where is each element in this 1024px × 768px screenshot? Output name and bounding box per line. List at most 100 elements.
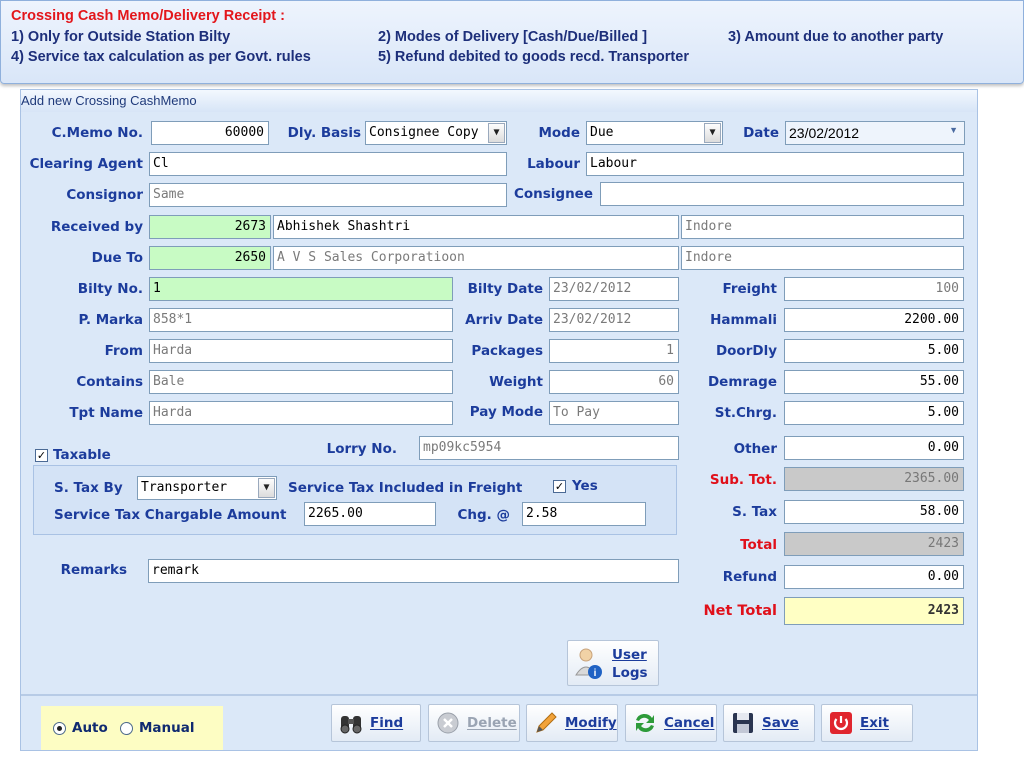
bilty-no-input[interactable]: 1 bbox=[149, 277, 453, 301]
entry-mode-panel: Auto Manual bbox=[41, 706, 223, 750]
received-by-city[interactable]: Indore bbox=[681, 215, 964, 239]
exit-label: Exit bbox=[860, 715, 890, 731]
doordly-label: DoorDly bbox=[715, 343, 777, 359]
action-bar: Auto Manual Find Delete Modify Cancel Sa… bbox=[21, 694, 977, 750]
cmemo-label: C.Memo No. bbox=[51, 125, 143, 141]
demrage-label: Demrage bbox=[707, 374, 777, 390]
due-to-name[interactable]: A V S Sales Corporatioon bbox=[273, 246, 679, 270]
find-button[interactable]: Find bbox=[331, 704, 421, 742]
p-marka-input[interactable]: 858*1 bbox=[149, 308, 453, 332]
manual-radio[interactable] bbox=[120, 722, 133, 735]
sub-tot-label: Sub. Tot. bbox=[709, 472, 777, 488]
modify-button[interactable]: Modify bbox=[526, 704, 618, 742]
exit-button[interactable]: Exit bbox=[821, 704, 913, 742]
consignor-label: Consignor bbox=[66, 187, 143, 203]
delete-label: Delete bbox=[467, 715, 517, 731]
packages-input[interactable]: 1 bbox=[549, 339, 679, 363]
taxable-checkbox[interactable]: ✓ bbox=[35, 449, 48, 462]
contains-label: Contains bbox=[76, 374, 143, 390]
chg-input[interactable]: 2.58 bbox=[522, 502, 646, 526]
auto-label: Auto bbox=[72, 720, 108, 736]
consignee-input[interactable] bbox=[600, 182, 964, 206]
user-logs-line2: Logs bbox=[612, 665, 648, 681]
lorry-no-label: Lorry No. bbox=[326, 441, 397, 457]
due-to-city[interactable]: Indore bbox=[681, 246, 964, 270]
weight-input[interactable]: 60 bbox=[549, 370, 679, 394]
date-picker[interactable]: 23/02/2012 ▼ bbox=[785, 121, 965, 145]
chevron-down-icon[interactable]: ▼ bbox=[258, 478, 275, 498]
clearing-agent-input[interactable]: Cl bbox=[149, 152, 507, 176]
cmemo-input[interactable]: 60000 bbox=[151, 121, 269, 145]
other-label: Other bbox=[733, 441, 777, 457]
doordly-input[interactable]: 5.00 bbox=[784, 339, 964, 363]
refund-input[interactable]: 0.00 bbox=[784, 565, 964, 589]
remarks-input[interactable]: remark bbox=[148, 559, 679, 583]
save-button[interactable]: Save bbox=[723, 704, 815, 742]
weight-label: Weight bbox=[489, 374, 543, 390]
taxable-label: Taxable bbox=[53, 447, 111, 463]
labour-input[interactable]: Labour bbox=[586, 152, 964, 176]
freight-input[interactable]: 100 bbox=[784, 277, 964, 301]
service-tax-group: S. Tax By Transporter ▼ Service Tax Incl… bbox=[33, 465, 677, 535]
cancel-button[interactable]: Cancel bbox=[625, 704, 717, 742]
due-to-code[interactable]: 2650 bbox=[149, 246, 271, 270]
user-info-icon: i bbox=[575, 648, 602, 679]
refresh-icon bbox=[636, 713, 654, 733]
st-chrg-label: St.Chrg. bbox=[714, 405, 777, 421]
service-tax-chargable-input[interactable]: 2265.00 bbox=[304, 502, 436, 526]
info-banner: Crossing Cash Memo/Delivery Receipt : 1)… bbox=[0, 0, 1024, 84]
hammali-label: Hammali bbox=[710, 312, 777, 328]
find-label: Find bbox=[370, 715, 404, 731]
window-title: Add new Crossing CashMemo bbox=[21, 90, 977, 112]
banner-item-3: 3) Amount due to another party bbox=[728, 29, 944, 45]
bilty-no-label: Bilty No. bbox=[77, 281, 143, 297]
delete-button[interactable]: Delete bbox=[428, 704, 520, 742]
bilty-date-input[interactable]: 23/02/2012 bbox=[549, 277, 679, 301]
from-input[interactable]: Harda bbox=[149, 339, 453, 363]
mode-value: Due bbox=[590, 125, 614, 140]
net-total-label: Net Total bbox=[703, 603, 777, 619]
s-tax-by-value: Transporter bbox=[141, 480, 228, 495]
s-tax-input[interactable]: 58.00 bbox=[784, 500, 964, 524]
lorry-no-input[interactable]: mp09kc5954 bbox=[419, 436, 679, 460]
svg-text:i: i bbox=[594, 668, 597, 679]
pay-mode-input[interactable]: To Pay bbox=[549, 401, 679, 425]
tpt-name-label: Tpt Name bbox=[69, 405, 143, 421]
banner-item-4: 4) Service tax calculation as per Govt. … bbox=[11, 49, 311, 65]
p-marka-label: P. Marka bbox=[78, 312, 143, 328]
consignor-input[interactable]: Same bbox=[149, 183, 507, 207]
tpt-name-input[interactable]: Harda bbox=[149, 401, 453, 425]
received-by-label: Received by bbox=[50, 219, 143, 235]
chg-label: Chg. @ bbox=[457, 507, 510, 523]
service-tax-chargable-label: Service Tax Chargable Amount bbox=[54, 507, 287, 523]
s-tax-label: S. Tax bbox=[732, 504, 777, 520]
st-chrg-input[interactable]: 5.00 bbox=[784, 401, 964, 425]
contains-input[interactable]: Bale bbox=[149, 370, 453, 394]
chevron-down-icon[interactable]: ▼ bbox=[949, 125, 958, 135]
arriv-date-input[interactable]: 23/02/2012 bbox=[549, 308, 679, 332]
user-logs-button[interactable]: i User Logs bbox=[567, 640, 659, 686]
chevron-down-icon[interactable]: ▼ bbox=[488, 123, 505, 143]
mode-label: Mode bbox=[538, 125, 580, 141]
other-input[interactable]: 0.00 bbox=[784, 436, 964, 460]
remarks-label: Remarks bbox=[60, 562, 127, 578]
floppy-disk-icon bbox=[733, 713, 753, 733]
mode-select[interactable]: Due ▼ bbox=[586, 121, 723, 145]
arriv-date-label: Arriv Date bbox=[465, 312, 543, 328]
bilty-date-label: Bilty Date bbox=[467, 281, 543, 297]
received-by-code[interactable]: 2673 bbox=[149, 215, 271, 239]
banner-title: Crossing Cash Memo/Delivery Receipt : bbox=[11, 8, 285, 24]
due-to-label: Due To bbox=[91, 250, 143, 266]
received-by-name[interactable]: Abhishek Shashtri bbox=[273, 215, 679, 239]
dly-basis-select[interactable]: Consignee Copy ▼ bbox=[365, 121, 507, 145]
hammali-input[interactable]: 2200.00 bbox=[784, 308, 964, 332]
cancel-label: Cancel bbox=[664, 715, 715, 731]
cashmemo-window: Add new Crossing CashMemo C.Memo No. 600… bbox=[20, 89, 978, 751]
s-tax-by-select[interactable]: Transporter ▼ bbox=[137, 476, 277, 500]
yes-checkbox[interactable]: ✓ bbox=[553, 480, 566, 493]
demrage-input[interactable]: 55.00 bbox=[784, 370, 964, 394]
yes-label: Yes bbox=[572, 478, 598, 494]
auto-radio[interactable] bbox=[53, 722, 66, 735]
chevron-down-icon[interactable]: ▼ bbox=[704, 123, 721, 143]
clearing-agent-label: Clearing Agent bbox=[29, 156, 143, 172]
